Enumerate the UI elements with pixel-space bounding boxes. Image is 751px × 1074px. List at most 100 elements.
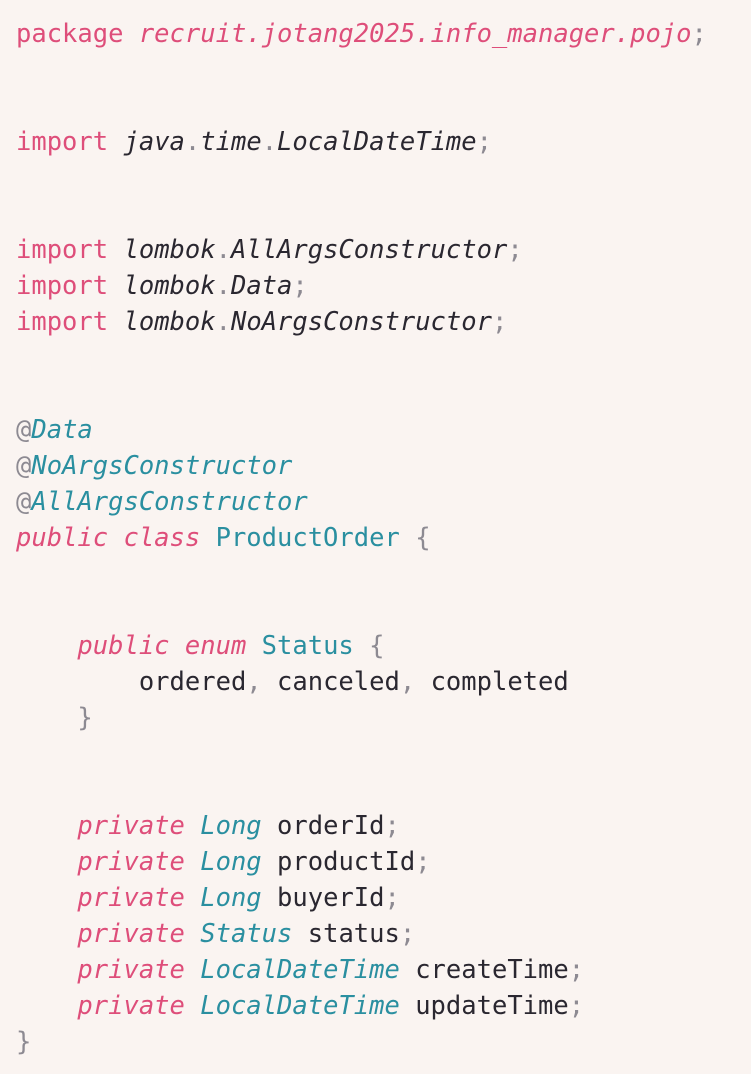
code-editor[interactable]: package recruit.jotang2025.info_manager.… <box>0 0 751 1074</box>
code-line[interactable]: public enum Status { <box>16 628 751 664</box>
code-line[interactable]: import lombok.Data; <box>16 268 751 304</box>
code-token: recruit.jotang2025.info_manager.pojo <box>138 19 692 49</box>
code-token: buyerId <box>277 883 385 913</box>
code-line[interactable] <box>16 736 751 772</box>
code-token: , <box>399 667 416 697</box>
code-token: @ <box>16 487 32 517</box>
code-token: AllArgsConstructor <box>230 235 508 265</box>
code-token: completed <box>430 667 569 697</box>
code-line[interactable]: } <box>16 700 751 736</box>
code-token: ProductOrder <box>215 523 400 553</box>
code-token: public class <box>16 523 201 553</box>
code-line[interactable]: private Long buyerId; <box>16 880 751 916</box>
code-token: ; <box>568 991 585 1021</box>
code-line[interactable]: ordered, canceled, completed <box>16 664 751 700</box>
code-token: ; <box>476 127 492 157</box>
code-line[interactable] <box>16 376 751 412</box>
code-token: lombok <box>123 271 216 301</box>
code-token: java <box>123 127 185 157</box>
code-line[interactable]: } <box>16 1024 751 1060</box>
code-token: Long <box>200 811 262 841</box>
code-token: private <box>77 955 185 985</box>
code-token: ; <box>568 955 585 985</box>
code-line[interactable] <box>16 160 751 196</box>
code-line[interactable] <box>16 772 751 808</box>
code-token: package <box>16 19 124 49</box>
code-token: private <box>77 847 185 877</box>
code-line[interactable]: @NoArgsConstructor <box>16 448 751 484</box>
code-token: ; <box>292 271 308 301</box>
code-token: ordered <box>138 667 247 697</box>
code-token: import <box>16 307 109 337</box>
code-token: status <box>307 919 400 949</box>
code-token: private <box>77 811 185 841</box>
code-token: . <box>215 271 231 301</box>
code-line[interactable]: import java.time.LocalDateTime; <box>16 124 751 160</box>
code-token: createTime <box>415 955 569 985</box>
code-token: private <box>77 883 185 913</box>
code-line[interactable]: @AllArgsConstructor <box>16 484 751 520</box>
code-token: Long <box>200 883 262 913</box>
code-token: NoArgsConstructor <box>31 451 293 481</box>
code-line[interactable] <box>16 556 751 592</box>
code-token: productId <box>277 847 416 877</box>
code-token: @ <box>16 451 32 481</box>
code-line[interactable]: private Long productId; <box>16 844 751 880</box>
code-token: } <box>77 703 93 733</box>
code-token: . <box>261 127 278 157</box>
code-token: private <box>77 991 185 1021</box>
code-token: @ <box>16 415 32 445</box>
code-token: . <box>215 235 231 265</box>
code-token: Data <box>230 271 293 301</box>
code-token: ; <box>384 811 400 841</box>
code-token: LocalDateTime <box>200 955 400 985</box>
code-token: private <box>77 919 185 949</box>
code-line[interactable]: private LocalDateTime createTime; <box>16 952 751 988</box>
code-line[interactable]: public class ProductOrder { <box>16 520 751 556</box>
code-line[interactable] <box>16 52 751 88</box>
code-token: . <box>215 307 231 337</box>
code-token: Status <box>200 919 293 949</box>
code-line[interactable] <box>16 196 751 232</box>
code-token: Long <box>200 847 262 877</box>
code-token: lombok <box>123 307 216 337</box>
code-line[interactable] <box>16 592 751 628</box>
code-line[interactable] <box>16 340 751 376</box>
code-line[interactable]: import lombok.NoArgsConstructor; <box>16 304 751 340</box>
code-line[interactable]: @Data <box>16 412 751 448</box>
code-token: . <box>184 127 201 157</box>
code-line[interactable]: private Long orderId; <box>16 808 751 844</box>
code-token: , <box>246 667 262 697</box>
code-line[interactable]: import lombok.AllArgsConstructor; <box>16 232 751 268</box>
code-token: orderId <box>277 811 385 841</box>
code-line[interactable]: private LocalDateTime updateTime; <box>16 988 751 1024</box>
code-token: } <box>16 1027 32 1057</box>
code-token: NoArgsConstructor <box>230 307 492 337</box>
code-line[interactable]: package recruit.jotang2025.info_manager.… <box>16 16 751 52</box>
code-line[interactable]: private Status status; <box>16 916 751 952</box>
code-token: Data <box>31 415 93 445</box>
code-line[interactable] <box>16 88 751 124</box>
